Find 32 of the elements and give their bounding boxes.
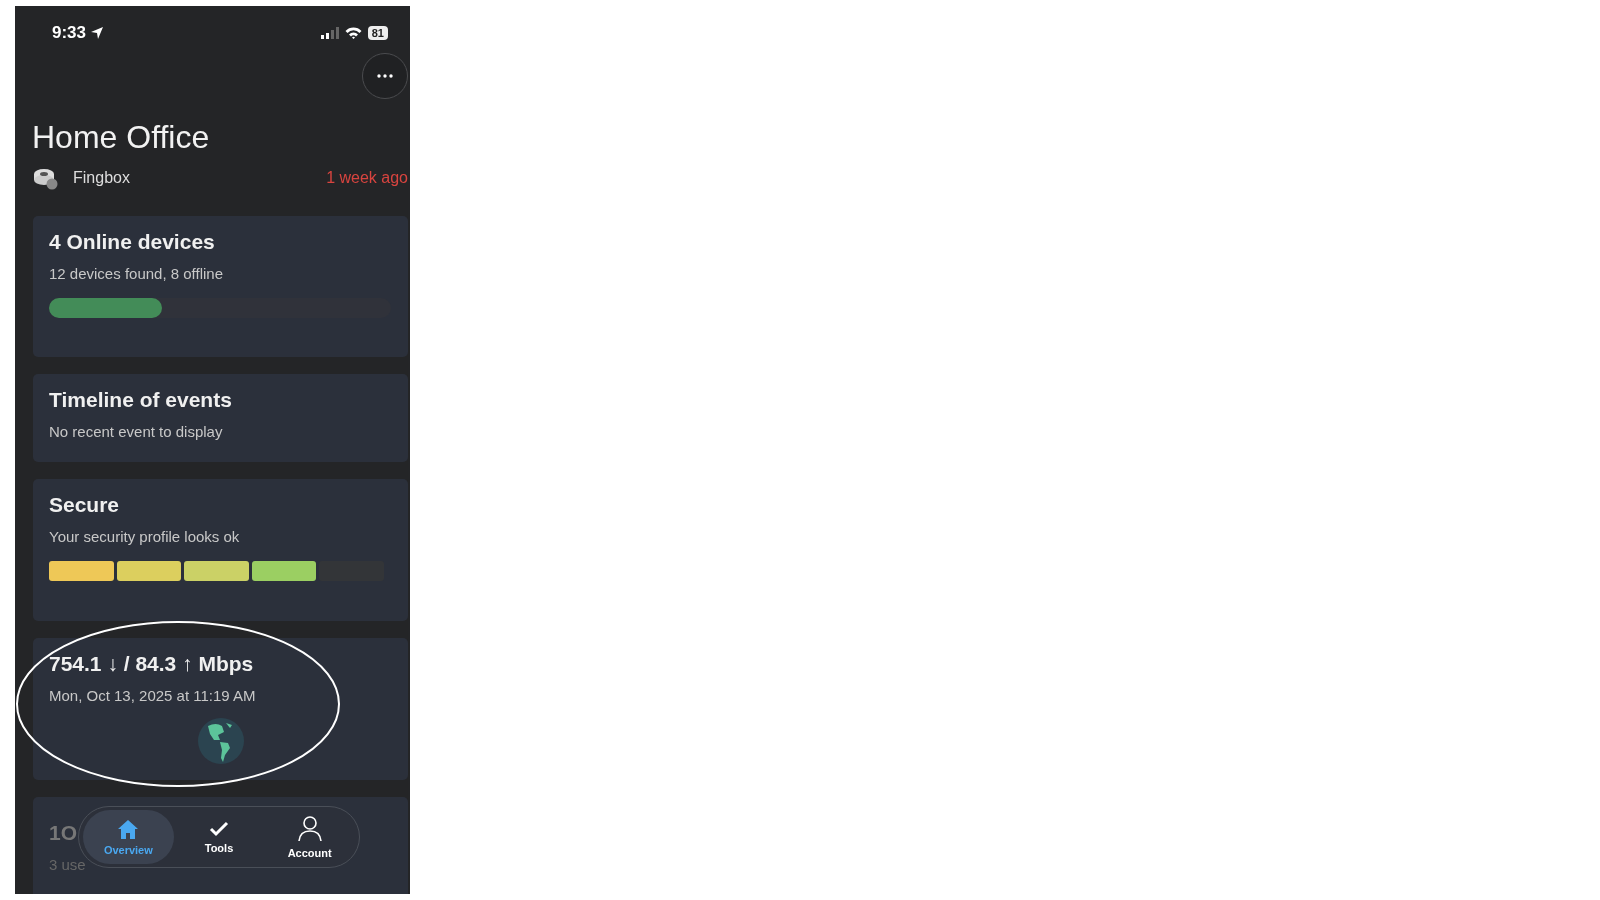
fingbox-icon <box>33 166 59 190</box>
card-title: Timeline of events <box>49 388 232 412</box>
card-title: 754.1 ↓ / 84.3 ↑ Mbps <box>49 652 254 676</box>
card-background[interactable]: 754.1 ↓ / 84.3 ↑ Mbps Mon, Oct 13, 2025 at 11:19 AM <box>33 638 408 780</box>
card-subtitle: No recent event to display <box>49 423 223 440</box>
card-subtitle: Your security profile looks ok <box>49 528 240 545</box>
check-icon <box>209 820 229 837</box>
card-background[interactable]: Timeline of events No recent event to display <box>33 374 408 462</box>
more-button[interactable] <box>362 53 408 99</box>
wifi-icon <box>344 27 362 39</box>
tab[interactable]: Account <box>264 810 355 864</box>
more-icon <box>377 74 393 78</box>
card-title: 1O <box>49 821 77 845</box>
person-icon <box>297 815 322 842</box>
last-seen: 1 week ago <box>326 169 408 187</box>
network-title: Home Office <box>32 119 211 156</box>
tab[interactable]: Tools <box>173 810 265 864</box>
card-background[interactable]: Secure Your security profile looks ok <box>33 479 408 621</box>
device-name: Fingbox <box>73 169 130 187</box>
card-subtitle: 12 devices found, 8 offline <box>49 265 224 282</box>
card-subtitle: 3 use <box>49 856 86 873</box>
tab[interactable]: Overview <box>83 810 174 864</box>
card-subtitle: Mon, Oct 13, 2025 at 11:19 AM <box>49 687 256 704</box>
signal-icon <box>320 27 339 39</box>
home-icon <box>117 818 140 839</box>
location-arrow-icon <box>90 26 105 40</box>
card-title: Secure <box>49 493 120 517</box>
card-title: 4 Online devices <box>49 230 215 254</box>
globe-icon <box>197 718 244 764</box>
status-time: 9:33 <box>52 23 87 43</box>
battery-level: 81 <box>367 26 388 40</box>
card-background[interactable]: 4 Online devices 12 devices found, 8 offline <box>33 216 408 357</box>
